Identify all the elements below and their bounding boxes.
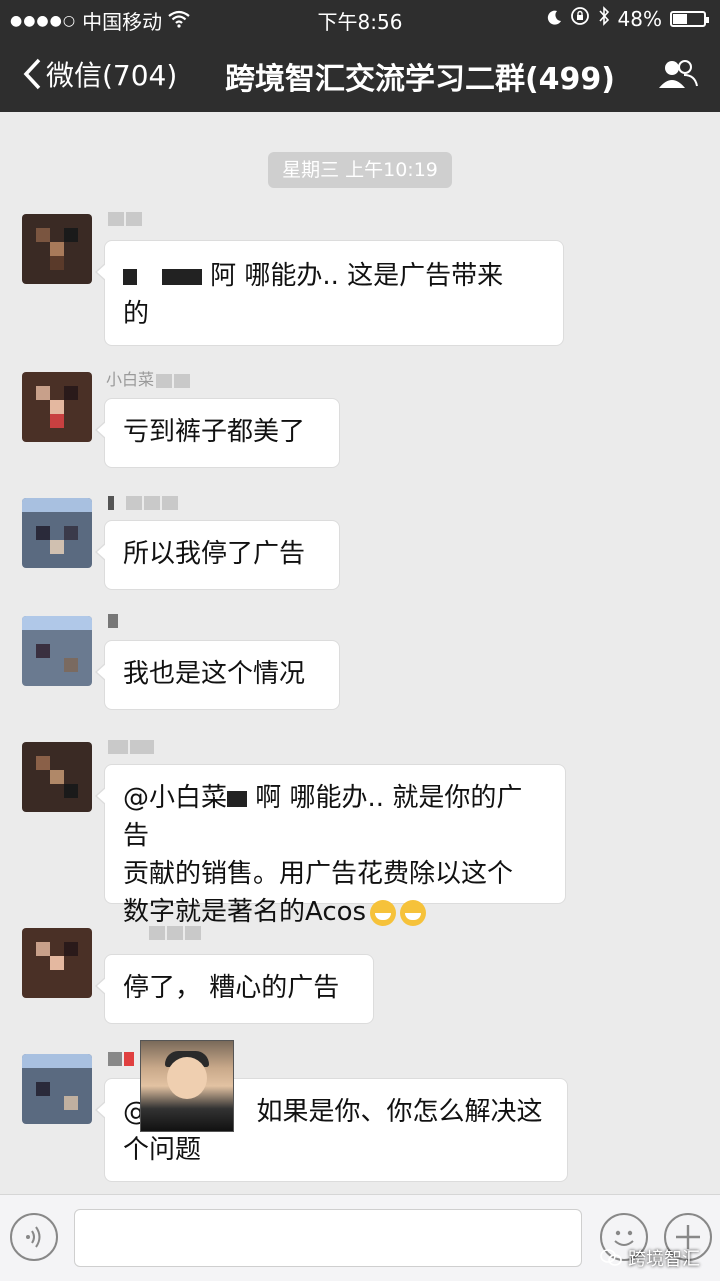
message-text: 贡献的销售。用广告花费除以这个 — [123, 859, 514, 889]
message-text: 所以我停了广告 — [123, 539, 306, 569]
back-label: 微信(704) — [46, 59, 178, 92]
sender-name — [106, 492, 179, 511]
grinning-emoji-icon — [370, 899, 397, 926]
message-bubble[interactable]: 所以我停了广告 — [95, 520, 340, 590]
bluetooth-icon — [598, 6, 610, 31]
battery-fill — [673, 13, 687, 24]
battery-percent: 48% — [617, 6, 662, 31]
voice-button[interactable] — [10, 1213, 58, 1261]
timestamp-chip: 星期三 上午10:19 — [268, 152, 452, 188]
message-text: 停了， 糟心的广告 — [123, 973, 340, 1003]
chat-area[interactable]: 星期三 上午10:19 阿 哪能办.. 这是广告带来 的 小白菜 亏到裤子都美了… — [0, 112, 720, 1194]
status-bar: ●●●●○ 中国移动 下午8:56 48% — [0, 0, 720, 36]
back-chevron-icon — [23, 58, 41, 90]
message-text: 阿 哪能办.. 这是广告带来 — [210, 261, 504, 291]
sender-name — [106, 736, 154, 755]
chat-header: 微信(704) 跨境智汇交流学习二群(499) — [0, 36, 720, 112]
sender-name — [106, 610, 118, 629]
members-button[interactable] — [658, 58, 698, 94]
avatar[interactable] — [22, 742, 92, 812]
sender-name — [106, 208, 142, 227]
message-text: 亏到裤子都美了 — [123, 417, 306, 447]
sender-name — [106, 1048, 134, 1067]
moon-icon — [546, 7, 562, 31]
sender-name — [106, 922, 201, 941]
battery-icon — [670, 10, 709, 27]
message-text: 个问题 — [123, 1135, 202, 1165]
message-bubble[interactable]: 停了， 糟心的广告 — [95, 954, 374, 1024]
avatar[interactable] — [22, 616, 92, 686]
wechat-logo-icon — [600, 1249, 622, 1266]
watermark: 跨境智汇 — [600, 1245, 700, 1271]
message-bubble[interactable]: @小白菜 啊 哪能办.. 就是你的广告 贡献的销售。用广告花费除以这个 数字就是… — [95, 764, 566, 927]
message-text: 我也是这个情况 — [123, 659, 306, 689]
message-bubble[interactable]: 阿 哪能办.. 这是广告带来 的 — [95, 240, 564, 346]
lock-rotation-icon — [570, 6, 590, 31]
voice-icon — [26, 1226, 41, 1248]
message-text: 如果是你、你怎么解决这 — [256, 1097, 543, 1127]
avatar[interactable] — [22, 372, 92, 442]
sender-name: 小白菜 — [106, 366, 191, 390]
avatar[interactable] — [22, 214, 92, 284]
chat-title: 跨境智汇交流学习二群(499) — [224, 62, 616, 97]
avatar[interactable] — [22, 1054, 92, 1124]
message-bubble[interactable]: 亏到裤子都美了 — [95, 398, 340, 468]
avatar[interactable] — [22, 498, 92, 568]
mention[interactable]: @小白菜 — [123, 783, 227, 813]
back-button[interactable]: 微信(704) — [22, 54, 177, 94]
overlay-photo — [140, 1040, 234, 1132]
message-input[interactable] — [74, 1209, 582, 1267]
avatar[interactable] — [22, 928, 92, 998]
grinning-emoji-icon — [400, 899, 427, 926]
message-bubble[interactable]: 我也是这个情况 — [95, 640, 340, 710]
members-icon — [659, 60, 698, 88]
message-text: 的 — [123, 299, 150, 329]
input-bar: 跨境智汇 — [0, 1194, 720, 1281]
